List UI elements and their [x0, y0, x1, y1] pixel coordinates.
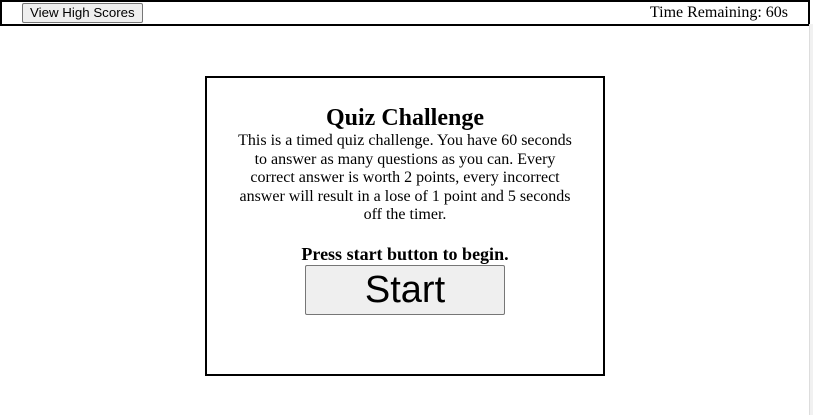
time-remaining-text: Time Remaining: 60s — [649, 4, 788, 21]
view-high-scores-button[interactable]: View High Scores — [22, 3, 143, 23]
top-bar: View High Scores Time Remaining: 60s — [0, 0, 810, 26]
quiz-description: This is a timed quiz challenge. You have… — [238, 132, 572, 223]
page: View High Scores Time Remaining: 60s Qui… — [0, 0, 813, 415]
quiz-card: Quiz Challenge This is a timed quiz chal… — [205, 76, 605, 376]
scrollbar-edge[interactable] — [809, 24, 813, 415]
quiz-title: Quiz Challenge — [325, 105, 484, 131]
start-prompt: Press start button to begin. — [301, 243, 509, 264]
start-button[interactable]: Start — [305, 264, 505, 315]
